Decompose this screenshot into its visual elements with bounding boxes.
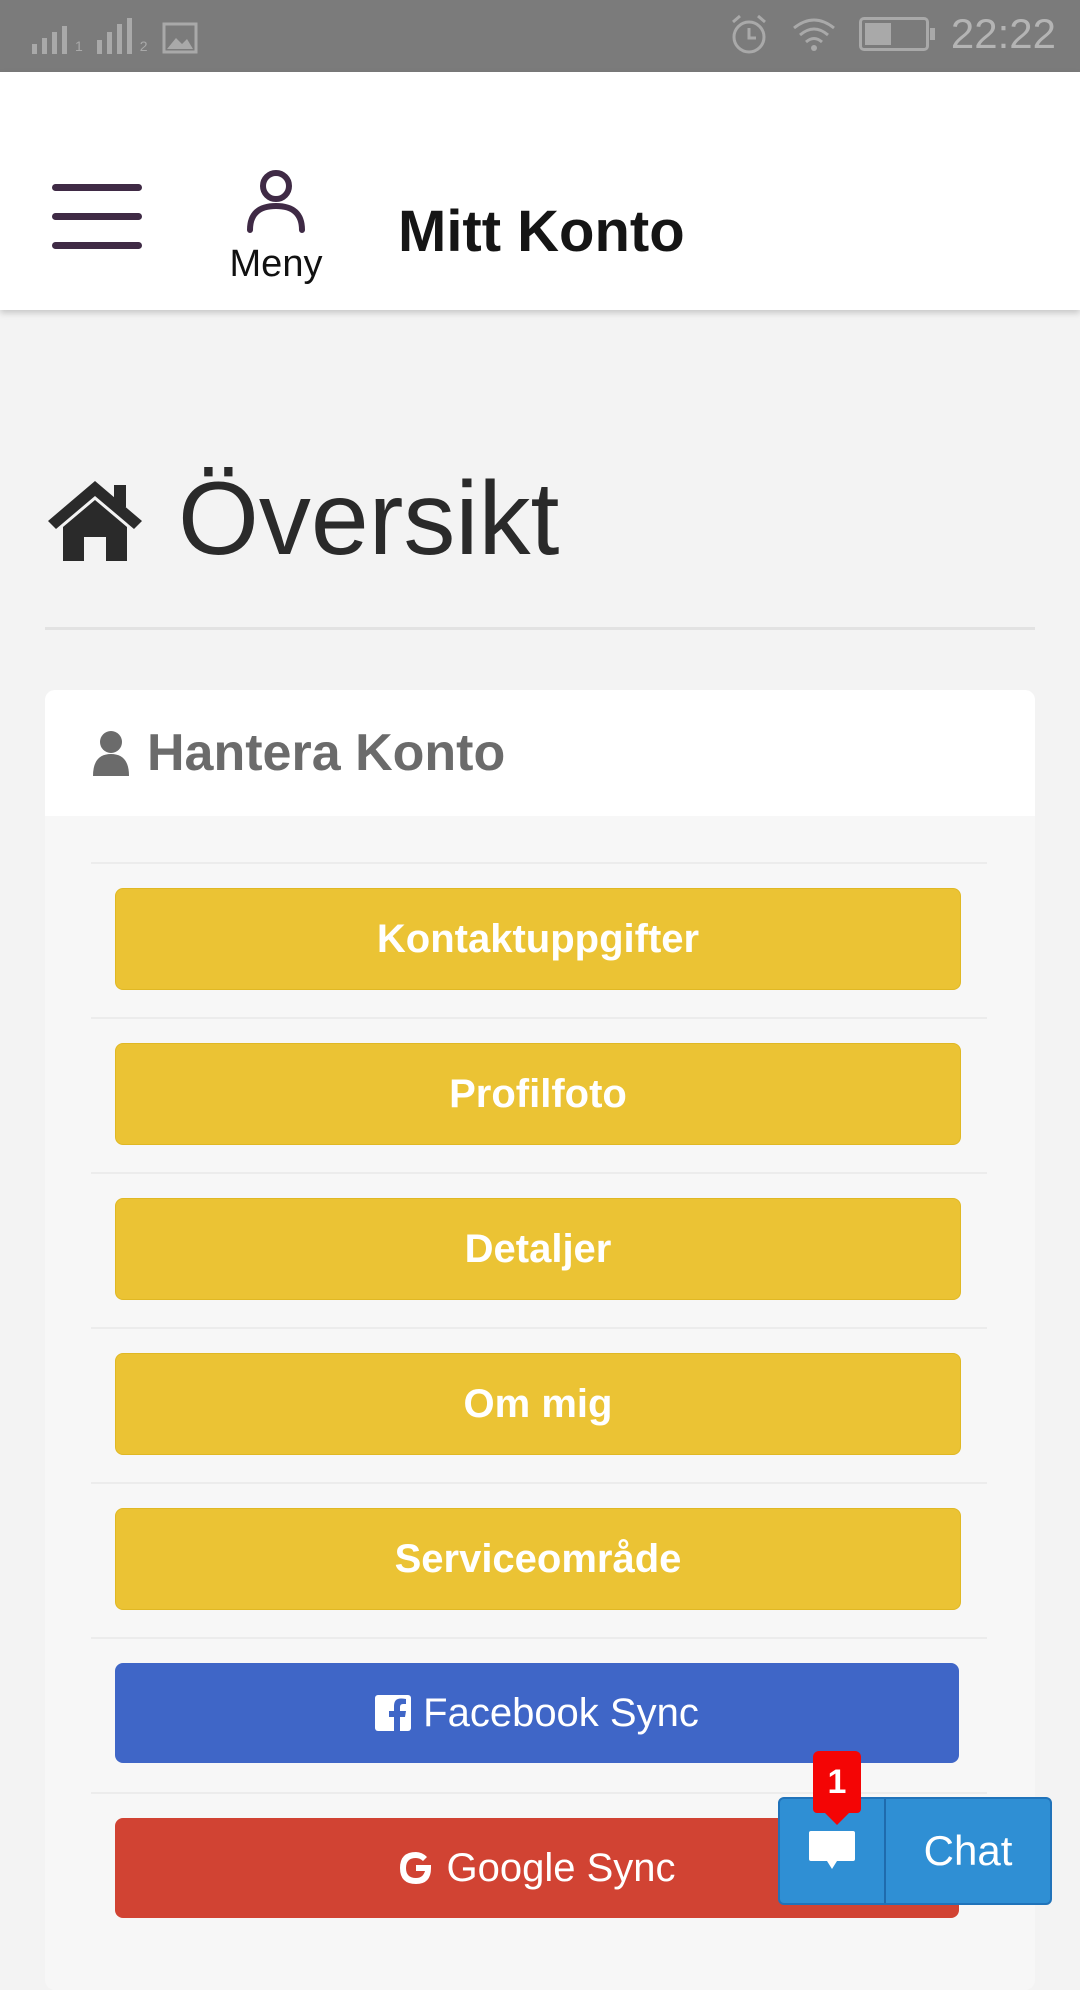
status-left: 1 2 [32,14,198,54]
contact-details-button[interactable]: Kontaktuppgifter [115,888,961,990]
status-time: 22:22 [950,10,1056,57]
app-header: Meny Mitt Konto [0,72,1080,310]
image-icon [162,22,198,54]
menu-label: Meny [229,243,323,285]
panel-header: Hantera Konto [45,690,1035,816]
chat-icon-box: 1 [780,1751,886,1903]
user-icon [247,170,305,233]
facebook-icon [375,1695,412,1731]
facebook-sync-button[interactable]: Facebook Sync [115,1663,959,1763]
wifi-icon [792,18,835,51]
hamburger-menu-button[interactable] [52,184,142,250]
user-icon [93,731,129,776]
facebook-sync-label: Facebook Sync [423,1690,699,1735]
list-item: Profilfoto [91,1017,987,1172]
status-bar: 1 2 22:22 [0,0,1080,72]
list-item: Serviceområde [91,1482,987,1637]
service-area-button[interactable]: Serviceområde [115,1508,961,1610]
panel-title: Hantera Konto [147,724,506,782]
menu-button[interactable]: Meny [218,168,334,286]
list-item: Kontaktuppgifter [91,862,987,1017]
overview-title: Översikt [178,461,560,577]
chat-bubble-icon [809,1831,855,1869]
profile-photo-button[interactable]: Profilfoto [115,1043,961,1145]
list-item: Om mig [91,1327,987,1482]
battery-icon [858,17,935,51]
signal-roaming-icon: 2 [96,14,148,54]
google-icon [400,1852,432,1884]
google-sync-label: Google Sync [446,1845,676,1890]
divider [45,627,1035,630]
status-right: 22:22 [729,10,1056,58]
notification-badge: 1 [813,1751,861,1825]
chat-widget-button[interactable]: 1 Chat [778,1751,1052,1905]
signal-icon: 1 [32,14,83,54]
manage-account-panel: Hantera Konto Kontaktuppgifter Profilfot… [45,690,1035,1990]
home-icon [48,480,142,561]
list-item: Detaljer [91,1172,987,1327]
chat-label: Chat [923,1827,1013,1874]
about-me-button[interactable]: Om mig [115,1353,961,1455]
alarm-icon [731,14,766,54]
overview-heading: Översikt [46,460,559,579]
details-button[interactable]: Detaljer [115,1198,961,1300]
page-title: Mitt Konto [398,199,685,264]
